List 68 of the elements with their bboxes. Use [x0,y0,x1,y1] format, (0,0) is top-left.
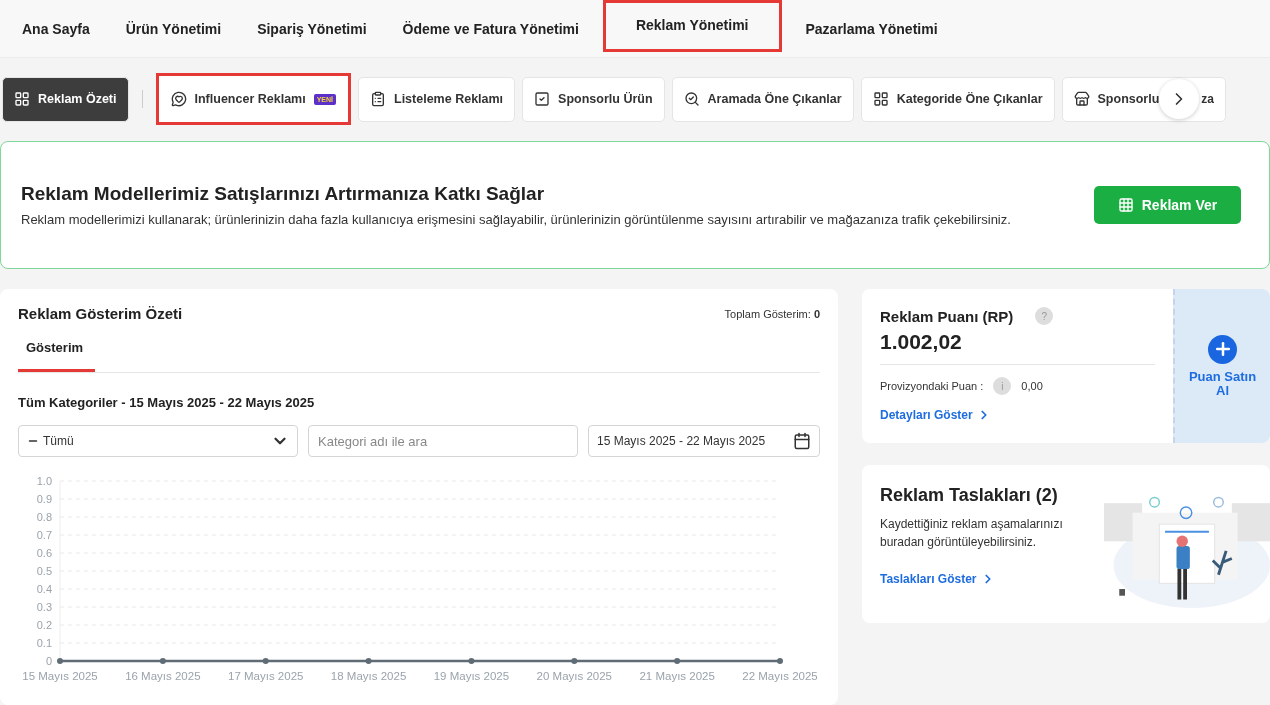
category-select[interactable]: Tümü [18,425,298,457]
nav-tab[interactable]: Ödeme ve Fatura Yönetimi [386,3,595,54]
data-point [159,658,166,664]
pending-points-label: Provizyondaki Puan : [880,380,984,392]
data-point [57,658,63,664]
ad-type-tab[interactable]: Aramada Öne Çıkanlar [671,76,854,122]
banner-title: Reklam Modellerimiz Satışlarınızı Artırmanıza Katkı Sağlar [21,182,546,205]
points-value: 1.002,02 [880,325,1155,365]
x-tick-label: 20 Mayıs 2025 [536,670,612,682]
x-tick-label: 19 Mayıs 2025 [433,670,510,682]
store-icon [1073,91,1090,107]
x-tick-label: 16 Mayıs 2025 [125,670,201,682]
data-point [262,658,269,664]
pending-points-value: 0,00 [1021,380,1043,392]
ad-type-tab[interactable]: Sponsorlu Ürün [522,76,665,122]
ad-type-tab[interactable]: Listeleme Reklamı [358,76,516,122]
y-tick-label: 0 [45,655,52,667]
nav-tab[interactable]: Ürün Yönetimi [109,3,238,54]
drafts-text: Kaydettiğiniz reklam aşamalarınızı buradan görüntüleyebilirsiniz. [880,516,1064,551]
x-tick-label: 17 Mayıs 2025 [228,670,304,682]
y-tick-label: 1.0 [36,475,52,487]
x-tick-label: 18 Mayıs 2025 [330,670,407,682]
scroll-right-button[interactable] [1159,79,1200,119]
y-tick-label: 0.3 [36,601,52,613]
y-tick-label: 0.1 [36,637,52,649]
calendar-icon [793,432,811,450]
metric-tab[interactable]: Gösterim [18,332,95,372]
ad-type-tab[interactable]: Sponsorlu za [1061,76,1227,122]
search-icon [683,91,700,107]
nav-tab[interactable]: Sipariş Yönetimi [241,3,383,54]
y-tick-label: 0.4 [36,583,52,595]
data-point [571,658,578,664]
y-tick-label: 0.2 [36,619,52,631]
grid-icon [872,91,889,107]
grid-icon [1117,197,1134,213]
nav-tab[interactable]: Ana Sayfa [6,3,106,54]
drafts-title: Reklam Taslakları (2) [880,485,1059,506]
ad-type-tab[interactable]: Kategoride Öne Çıkanlar [860,76,1055,122]
data-point [365,658,372,664]
card-title: Reklam Gösterim Özeti [18,305,183,322]
range-title: Tüm Kategoriler - 15 Mayıs 2025 - 22 Mayıs 2025 [18,395,316,410]
x-tick-label: 15 Mayıs 2025 [22,670,98,682]
y-tick-label: 0.6 [36,547,52,559]
total-impressions: Toplam Gösterim: 0 [724,307,820,320]
grid-icon [14,91,30,107]
data-point [468,658,475,664]
y-tick-label: 0.9 [36,493,52,505]
y-tick-label: 0.8 [36,511,52,523]
nav-tab[interactable]: Reklam Yönetimi [602,0,782,52]
x-tick-label: 21 Mayıs 2025 [639,670,715,682]
y-tick-label: 0.7 [36,529,52,541]
chat-icon [170,91,187,107]
category-search-field[interactable]: Kategori adı ile ara [308,425,578,457]
banner-text: Reklam modellerimizi kullanarak; ürünlerinizin daha fazla kullanıcıya erişmesini sağlayabilir, ürünlerinizin görüntülenme sayısını artırabilir ve mağazanıza trafik çekebilirsiniz. [21,210,1011,228]
data-point [777,658,783,664]
data-point [674,658,681,664]
ad-type-tab[interactable]: Reklam Özeti [2,76,129,122]
plus-icon [1208,334,1237,364]
x-tick-label: 22 Mayıs 2025 [742,670,818,682]
points-title: Reklam Puanı (RP) [880,307,1014,325]
clipboard-icon [370,91,386,107]
drafts-link[interactable]: Taslakları Göster [880,572,995,586]
nav-tab[interactable]: Pazarlama Yönetimi [789,3,954,54]
buy-points-button[interactable]: Puan Satın Al [1173,289,1270,443]
date-range-field[interactable]: 15 Mayıs 2025 - 22 Mayıs 2025 [588,425,820,457]
checkbox-icon [534,91,551,107]
details-link[interactable]: Detayları Göster [880,408,991,422]
y-tick-label: 0.5 [36,565,52,577]
